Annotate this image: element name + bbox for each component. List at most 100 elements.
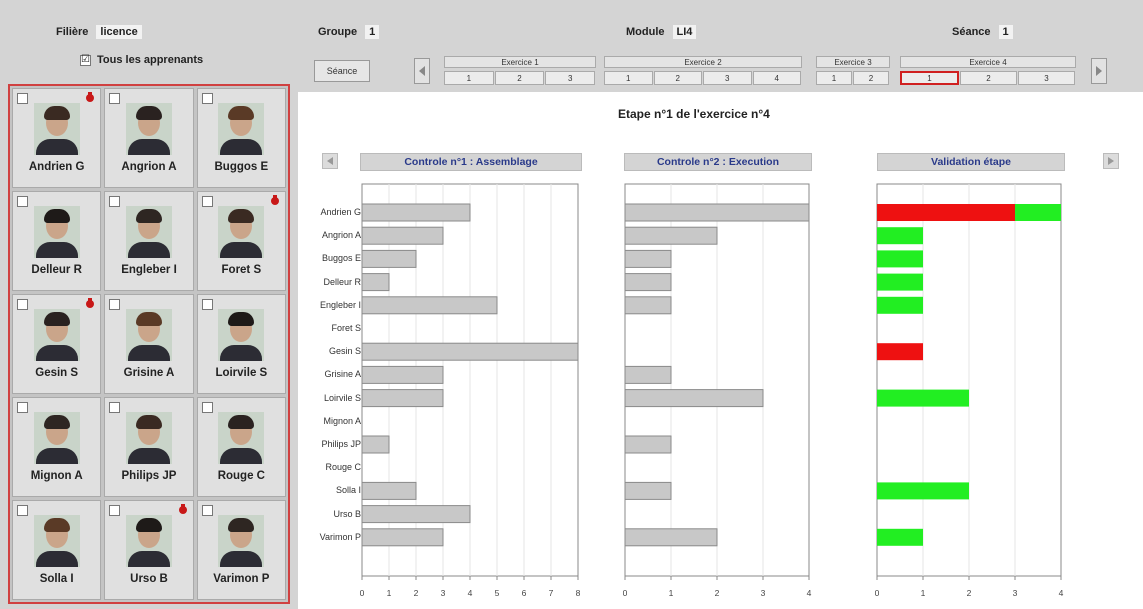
learner-card[interactable]: Gesin S: [12, 294, 102, 394]
filiere-label: Filière: [56, 26, 89, 38]
learner-checkbox[interactable]: [109, 505, 121, 516]
nav-next-button[interactable]: [1091, 58, 1107, 84]
seance-button[interactable]: Séance: [314, 60, 370, 82]
bar: [361, 273, 390, 292]
tick-label: 8: [576, 588, 581, 598]
panel-title-execution: Controle n°2 : Execution: [624, 153, 812, 171]
seance-field: Séance 1: [952, 24, 1013, 40]
bar: [361, 296, 498, 315]
learner-photo: [218, 515, 265, 567]
learner-photo: [125, 309, 172, 361]
bar: [877, 296, 923, 314]
row-label: Grisine A: [324, 369, 361, 380]
learner-card[interactable]: Andrien G: [12, 88, 102, 188]
tick-label: 5: [495, 588, 500, 598]
learner-checkbox[interactable]: [109, 196, 121, 207]
step-button[interactable]: 2: [853, 71, 889, 85]
learner-card[interactable]: Loirvile S: [196, 294, 286, 394]
learner-photo: [218, 309, 265, 361]
learner-card[interactable]: Urso B: [104, 500, 194, 600]
learner-card[interactable]: Rouge C: [196, 397, 286, 497]
module-value[interactable]: LI4: [672, 25, 697, 39]
bar: [361, 528, 444, 547]
bar: [361, 226, 444, 245]
learner-photo: [125, 515, 172, 567]
step-button[interactable]: 1: [444, 71, 494, 85]
learner-checkbox[interactable]: [201, 196, 213, 207]
bar: [624, 273, 672, 292]
learner-checkbox[interactable]: [17, 196, 28, 207]
module-label: Module: [626, 26, 665, 38]
bar: [1015, 204, 1061, 221]
step-button[interactable]: 1: [604, 71, 653, 85]
learner-card[interactable]: Angrion A: [104, 88, 194, 188]
step-button[interactable]: 3: [703, 71, 752, 85]
learner-photo: [218, 412, 265, 464]
tick-label: 2: [715, 588, 720, 598]
charts-next-button[interactable]: [1103, 153, 1119, 169]
step-button[interactable]: 1: [900, 71, 959, 85]
step-button[interactable]: 4: [752, 71, 801, 85]
chevron-left-icon: [419, 66, 425, 76]
learner-card[interactable]: Philips JP: [104, 397, 194, 497]
tick-label: 0: [875, 588, 880, 598]
learner-card[interactable]: Mignon A: [12, 397, 102, 497]
learner-checkbox[interactable]: [17, 93, 28, 104]
bar: [361, 342, 579, 361]
exercise-label[interactable]: Exercice 2: [604, 56, 802, 68]
groupe-value[interactable]: 1: [365, 25, 380, 39]
learner-name: Engleber I: [121, 264, 177, 276]
learner-checkbox[interactable]: [201, 505, 213, 516]
learner-card[interactable]: Grisine A: [104, 294, 194, 394]
filiere-value[interactable]: licence: [96, 25, 142, 39]
exercise-nav-bar: Séance Exercice 1 1 2 3 Exercice 2 1 2 3 4 Exerci…: [298, 48, 1143, 92]
learner-card[interactable]: Solla I: [12, 500, 102, 600]
learner-checkbox[interactable]: [109, 402, 121, 413]
learner-name: Loirvile S: [215, 367, 268, 379]
tick-label: 6: [522, 588, 527, 598]
bar: [624, 203, 810, 222]
learner-checkbox[interactable]: [201, 299, 213, 310]
exercise-label[interactable]: Exercice 1: [444, 56, 596, 68]
step-button[interactable]: 3: [1018, 71, 1075, 85]
learner-checkbox[interactable]: [17, 299, 28, 310]
charts-prev-button[interactable]: [322, 153, 338, 169]
learner-checkbox[interactable]: [201, 93, 213, 104]
step-button[interactable]: 1: [816, 71, 852, 85]
tick-label: 2: [414, 588, 419, 598]
step-button[interactable]: 3: [545, 71, 596, 85]
learner-photo: [218, 206, 265, 258]
exercise-label[interactable]: Exercice 4: [900, 56, 1076, 68]
all-learners-toggle[interactable]: ☑ Tous les apprenants: [80, 54, 203, 66]
exercise-label[interactable]: Exercice 3: [816, 56, 890, 68]
row-label: Philips JP: [321, 439, 361, 449]
learner-card[interactable]: Engleber I: [104, 191, 194, 291]
groupe-label: Groupe: [318, 26, 358, 38]
bar: [877, 482, 969, 500]
learner-checkbox[interactable]: [201, 402, 213, 413]
learner-card[interactable]: Delleur R: [12, 191, 102, 291]
filiere-field: Filière licence: [56, 24, 142, 40]
learner-name: Varimon P: [213, 573, 270, 585]
learner-card[interactable]: Buggos E: [196, 88, 286, 188]
step-button[interactable]: 2: [960, 71, 1017, 85]
row-label: Delleur R: [323, 276, 361, 287]
learner-card[interactable]: Foret S: [196, 191, 286, 291]
learner-photo: [33, 206, 80, 258]
row-label: Mignon A: [323, 415, 361, 426]
bar: [877, 250, 923, 268]
learner-card[interactable]: Varimon P: [196, 500, 286, 600]
learner-checkbox[interactable]: [17, 402, 28, 413]
step-button[interactable]: 2: [653, 71, 702, 85]
learner-checkbox[interactable]: [17, 505, 28, 516]
nav-prev-button[interactable]: [414, 58, 430, 84]
row-label: Rouge C: [325, 462, 361, 473]
step-button[interactable]: 2: [494, 71, 545, 85]
bar: [361, 249, 417, 268]
bar: [877, 273, 923, 291]
assemblage-chart: 0 1 2 3 4 5 6 7 8: [360, 183, 581, 598]
seance-value[interactable]: 1: [998, 25, 1013, 39]
learner-checkbox[interactable]: [109, 93, 121, 104]
learner-checkbox[interactable]: [109, 299, 121, 310]
all-learners-checkbox[interactable]: ☑: [80, 54, 91, 66]
